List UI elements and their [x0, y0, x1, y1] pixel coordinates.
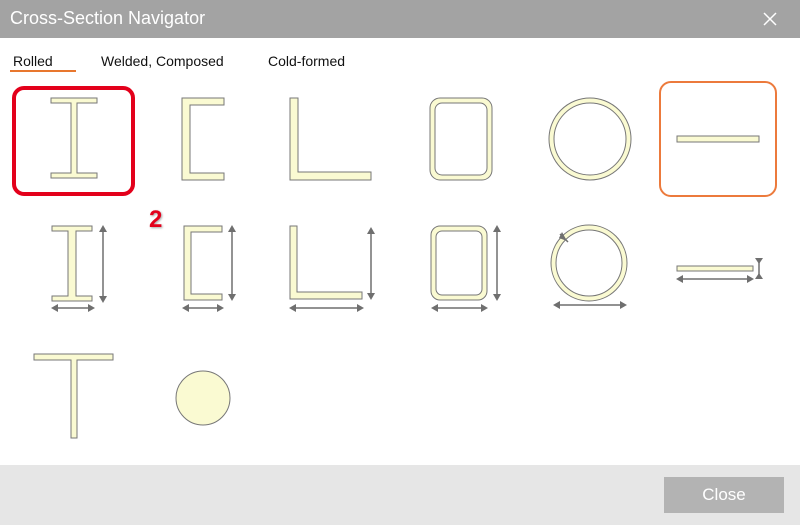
rectangular-hollow-dimensions-icon [430, 225, 501, 312]
tab-rolled[interactable]: Rolled [13, 53, 53, 69]
i-section-icon [50, 97, 98, 179]
close-icon[interactable] [760, 9, 780, 29]
section-dim-angle[interactable] [269, 212, 389, 327]
angle-section-icon [289, 97, 372, 181]
section-rolled-round[interactable] [142, 340, 262, 455]
window-title: Cross-Section Navigator [10, 8, 206, 28]
footer-bar: Close [0, 465, 800, 525]
circular-hollow-dimensions-icon [550, 224, 628, 309]
tab-welded-composed[interactable]: Welded, Composed [101, 53, 224, 69]
circular-hollow-icon [548, 97, 632, 181]
section-dim-rhs[interactable] [401, 212, 521, 327]
rectangular-hollow-icon [429, 97, 493, 181]
section-rolled-rhs[interactable] [401, 84, 521, 199]
step-number-badge: 2 [149, 206, 163, 233]
active-tab-indicator [10, 70, 76, 72]
section-dim-flat[interactable] [658, 212, 778, 327]
section-dim-i[interactable] [14, 212, 134, 327]
t-section-icon [33, 353, 114, 439]
section-rolled-chs[interactable] [530, 84, 650, 199]
i-section-dimensions-icon [51, 225, 107, 312]
section-rolled-channel[interactable] [142, 84, 262, 199]
section-rolled-t[interactable] [14, 340, 134, 455]
section-dim-chs[interactable] [530, 212, 650, 327]
round-bar-icon [175, 370, 231, 426]
section-rolled-i[interactable] [14, 84, 134, 199]
title-bar: Cross-Section Navigator [0, 0, 800, 38]
angle-dimensions-icon [289, 225, 375, 312]
flat-bar-icon [676, 135, 760, 143]
flat-bar-dimensions-icon [676, 258, 763, 283]
close-button[interactable]: Close [664, 477, 784, 513]
section-rolled-flat[interactable] [658, 84, 778, 199]
section-rolled-angle[interactable] [269, 84, 389, 199]
tab-cold-formed[interactable]: Cold-formed [268, 53, 345, 69]
channel-section-icon [181, 97, 225, 181]
